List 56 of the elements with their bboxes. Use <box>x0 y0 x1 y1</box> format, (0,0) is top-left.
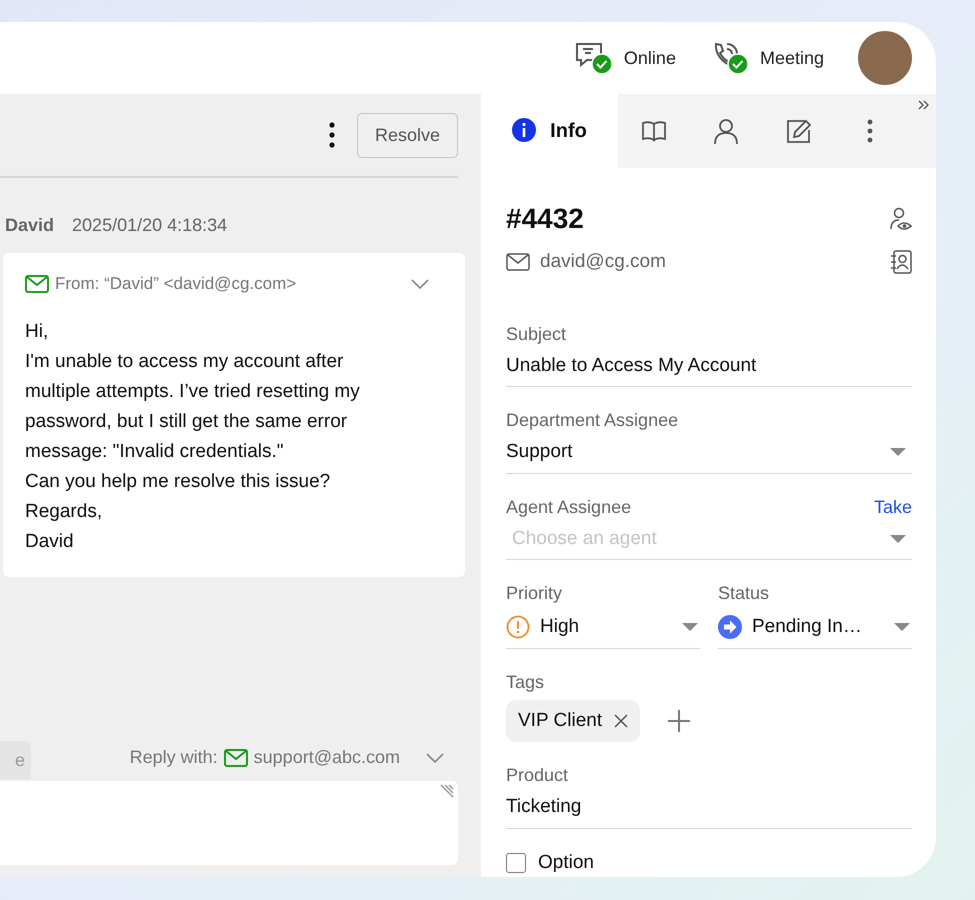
more-icon[interactable] <box>328 122 335 148</box>
resize-handle-icon[interactable] <box>440 784 454 798</box>
person-eye-icon[interactable] <box>890 207 912 231</box>
field-label: Priority <box>506 582 564 605</box>
online-status-label[interactable]: Online <box>624 44 676 72</box>
envelope-icon <box>506 253 530 272</box>
resolve-button[interactable]: Resolve <box>356 112 458 158</box>
message-text: I'm unable to access my account after multiple attempts. I’ve tried resetting my password, but I still get the same error message: "Invalid credentials." <box>25 350 361 464</box>
contact-book-icon[interactable] <box>890 250 912 274</box>
person-icon <box>713 118 739 144</box>
text-field[interactable]: Ticketing <box>506 789 912 828</box>
field-label: Tags <box>506 670 544 694</box>
sender-name: David <box>5 214 54 237</box>
text-field[interactable]: Unable to Access My Account <box>506 348 912 387</box>
checkbox[interactable] <box>506 852 526 873</box>
take-link[interactable]: Take <box>874 494 912 520</box>
caret-icon <box>682 623 698 632</box>
warning-icon <box>506 615 530 640</box>
add-icon[interactable] <box>668 710 690 732</box>
field-label: Department Assignee <box>506 409 678 432</box>
select-field[interactable]: Choose an agent <box>506 524 880 553</box>
message-time: 2025/01/20 4:18:34 <box>72 214 228 237</box>
select-field[interactable]: High <box>506 607 700 648</box>
tag-label: VIP Client <box>518 708 602 732</box>
chevron-down-icon[interactable] <box>426 752 444 762</box>
reply-with-label: Reply with: <box>130 746 218 769</box>
message-text: David <box>25 530 75 554</box>
envelope-icon <box>224 748 248 766</box>
info-tab[interactable]: Info <box>481 94 618 168</box>
close-icon[interactable] <box>614 714 628 728</box>
caret-icon <box>890 534 906 543</box>
select-field[interactable]: Support <box>506 434 912 474</box>
field-label: Subject <box>506 322 566 346</box>
message-text: Hi, <box>25 320 50 344</box>
ticket-number: #4432 <box>506 202 584 236</box>
caret-icon <box>894 623 910 632</box>
chevron-down-icon[interactable] <box>411 278 429 289</box>
chat-status-icon <box>574 40 614 76</box>
message-text: Can you help me resolve this issue? <box>25 470 332 494</box>
field-label: Status <box>718 582 770 605</box>
select-field[interactable]: Pending In… <box>718 607 912 648</box>
more-icon <box>867 119 873 143</box>
field-label: Agent Assignee <box>506 496 632 519</box>
envelope-icon <box>25 274 49 293</box>
edit-icon <box>785 118 811 144</box>
avatar[interactable] <box>858 31 912 85</box>
field-label: Product <box>506 764 568 787</box>
reply-address[interactable]: support@abc.com <box>254 744 400 771</box>
meeting-status-label[interactable]: Meeting <box>760 44 824 72</box>
caret-icon <box>890 448 906 456</box>
double-chevron-icon[interactable] <box>918 100 930 110</box>
info-icon <box>512 118 538 144</box>
checkbox-label: Option <box>538 850 594 874</box>
message-text: Regards, <box>25 500 104 524</box>
customer-email: david@cg.com <box>540 250 666 274</box>
sender-address: From: “David” <david@cg.com> <box>55 273 296 295</box>
